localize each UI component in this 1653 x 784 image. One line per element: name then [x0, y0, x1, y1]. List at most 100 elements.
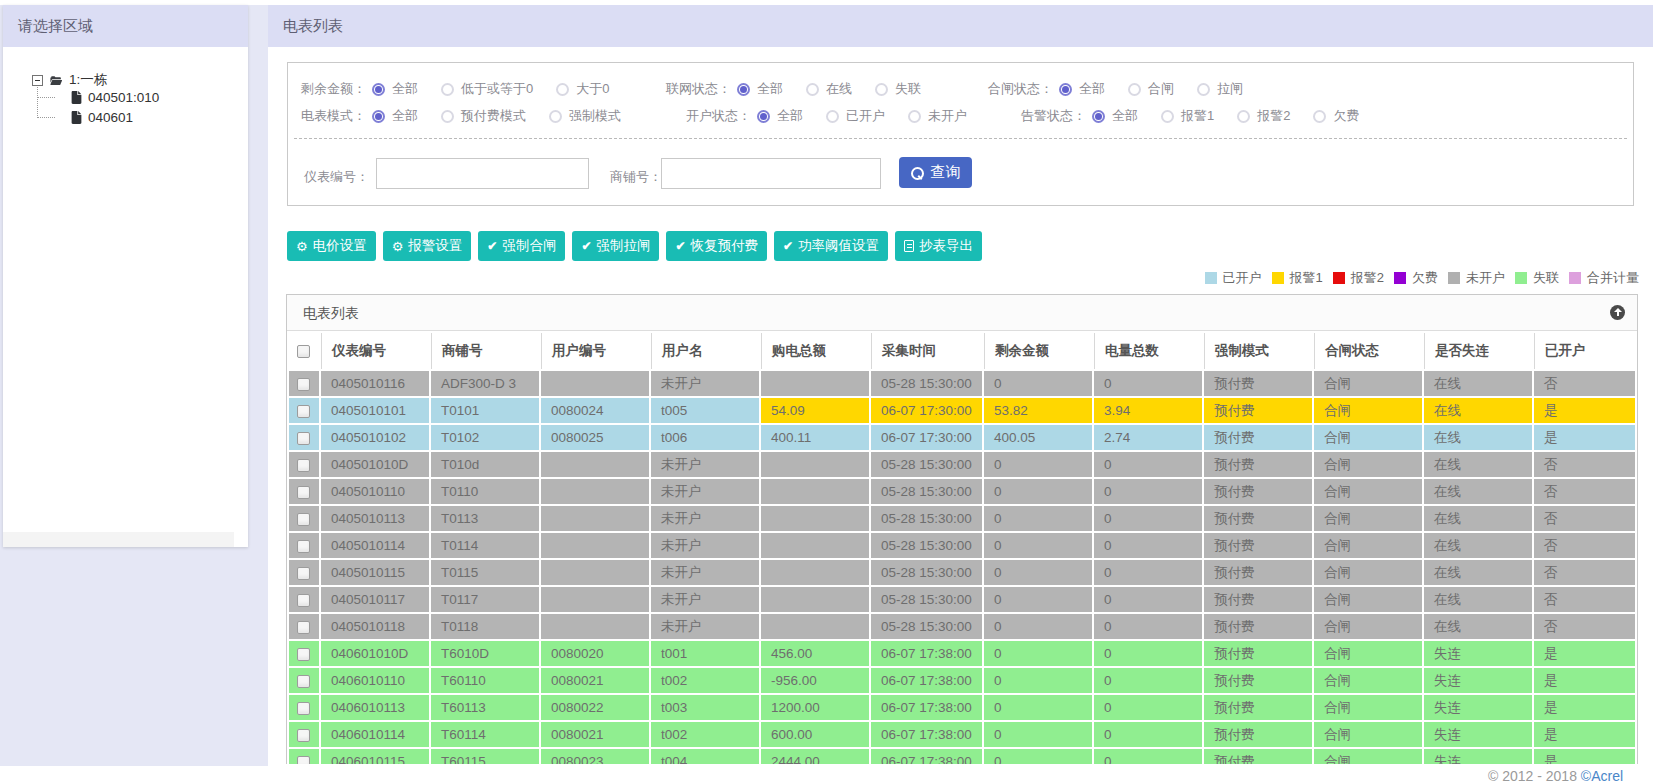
filter-label: 剩余金额：	[301, 80, 366, 98]
table-cell: 预付费	[1204, 560, 1312, 585]
column-header: 用户名	[651, 333, 759, 369]
table-cell: 0	[1094, 749, 1202, 764]
table-cell: 未开户	[651, 560, 759, 585]
table-cell: 否	[1534, 506, 1635, 531]
radio-icon[interactable]	[826, 110, 839, 123]
radio-option[interactable]: 全部	[737, 81, 783, 97]
radio-icon[interactable]	[1092, 110, 1105, 123]
row-checkbox[interactable]	[297, 540, 310, 553]
radio-icon[interactable]	[737, 83, 750, 96]
action-button[interactable]: ✔恢复预付费	[666, 231, 767, 261]
radio-option[interactable]: 未开户	[908, 108, 967, 124]
radio-option[interactable]: 失联	[875, 81, 921, 97]
legend-label: 欠费	[1412, 269, 1438, 287]
table-cell: 失连	[1424, 695, 1532, 720]
radio-option[interactable]: 全部	[372, 81, 418, 97]
radio-option[interactable]: 全部	[372, 108, 418, 124]
table-cell: 合闸	[1314, 398, 1422, 423]
radio-option[interactable]: 全部	[1092, 108, 1138, 124]
filter-group: 剩余金额： 全部 低于或等于0 大于0	[301, 80, 632, 98]
radio-icon[interactable]	[372, 83, 385, 96]
radio-icon[interactable]	[1237, 110, 1250, 123]
table-cell: 合闸	[1314, 695, 1422, 720]
radio-option[interactable]: 拉闸	[1197, 81, 1243, 97]
table-cell: 0080024	[541, 398, 649, 423]
row-checkbox[interactable]	[297, 432, 310, 445]
radio-icon[interactable]	[549, 110, 562, 123]
row-checkbox[interactable]	[297, 648, 310, 661]
table-cell: 0	[1094, 668, 1202, 693]
radio-icon[interactable]	[1161, 110, 1174, 123]
table-cell	[761, 479, 869, 504]
tree-node-child[interactable]: 040501:010	[71, 90, 159, 105]
row-checkbox[interactable]	[297, 567, 310, 580]
table-cell: 预付费	[1204, 371, 1312, 396]
radio-icon[interactable]	[806, 83, 819, 96]
vendor-link[interactable]: ©Acrel	[1581, 768, 1623, 784]
meter-no-input[interactable]	[376, 158, 589, 189]
radio-icon[interactable]	[372, 110, 385, 123]
table-cell: t002	[651, 668, 759, 693]
row-checkbox[interactable]	[297, 702, 310, 715]
table-cell: ADF300-D 3	[431, 371, 539, 396]
table-cell	[541, 614, 649, 639]
radio-option[interactable]: 欠费	[1313, 108, 1359, 124]
radio-option[interactable]: 全部	[1059, 81, 1105, 97]
select-all-checkbox[interactable]	[297, 345, 310, 358]
table-cell: 05-28 15:30:00	[871, 479, 982, 504]
shop-no-input[interactable]	[661, 158, 881, 189]
action-button[interactable]: ✔功率阈值设置	[774, 231, 888, 261]
table-cell: 失连	[1424, 641, 1532, 666]
search-button[interactable]: 查询	[899, 157, 972, 188]
table-cell: T60110	[431, 668, 539, 693]
row-checkbox[interactable]	[297, 513, 310, 526]
radio-icon[interactable]	[908, 110, 921, 123]
radio-icon[interactable]	[1059, 83, 1072, 96]
radio-option[interactable]: 低于或等于0	[441, 81, 533, 97]
radio-icon[interactable]	[875, 83, 888, 96]
action-button[interactable]: ⚙报警设置	[383, 231, 472, 261]
table-row: 040501010DT010d未开户05-28 15:30:0000预付费合闸在…	[289, 452, 1635, 477]
table-cell: t001	[651, 641, 759, 666]
row-checkbox[interactable]	[297, 486, 310, 499]
radio-icon[interactable]	[757, 110, 770, 123]
radio-icon[interactable]	[441, 110, 454, 123]
radio-option[interactable]: 在线	[806, 81, 852, 97]
table-cell: 456.00	[761, 641, 869, 666]
radio-option[interactable]: 已开户	[826, 108, 885, 124]
radio-option[interactable]: 全部	[757, 108, 803, 124]
radio-option[interactable]: 合闸	[1128, 81, 1174, 97]
row-checkbox[interactable]	[297, 459, 310, 472]
table-cell: 否	[1534, 479, 1635, 504]
radio-option[interactable]: 强制模式	[549, 108, 621, 124]
radio-option[interactable]: 报警2	[1237, 108, 1290, 124]
action-button[interactable]: 抄表导出	[895, 231, 982, 261]
radio-option[interactable]: 大于0	[556, 81, 609, 97]
radio-icon[interactable]	[441, 83, 454, 96]
table-cell: 06-07 17:38:00	[871, 722, 982, 747]
action-button[interactable]: ✔强制拉闸	[572, 231, 659, 261]
radio-icon[interactable]	[1128, 83, 1141, 96]
row-checkbox[interactable]	[297, 621, 310, 634]
collapse-up-icon[interactable]	[1610, 305, 1625, 320]
collapse-minus-icon[interactable]	[32, 75, 43, 86]
tree-node-root[interactable]: 1:一栋	[32, 71, 107, 89]
row-checkbox[interactable]	[297, 378, 310, 391]
radio-option[interactable]: 预付费模式	[441, 108, 526, 124]
row-checkbox[interactable]	[297, 756, 310, 764]
radio-icon[interactable]	[1313, 110, 1326, 123]
check-icon: ✔	[783, 240, 793, 252]
action-button[interactable]: ✔强制合闸	[478, 231, 565, 261]
tree-node-child[interactable]: 040601	[71, 110, 133, 125]
radio-icon[interactable]	[556, 83, 569, 96]
action-button[interactable]: ⚙电价设置	[287, 231, 376, 261]
radio-option[interactable]: 报警1	[1161, 108, 1214, 124]
row-checkbox[interactable]	[297, 405, 310, 418]
row-checkbox[interactable]	[297, 594, 310, 607]
filter-group: 告警状态：全部报警1报警2欠费	[1021, 107, 1382, 125]
row-checkbox[interactable]	[297, 729, 310, 742]
radio-icon[interactable]	[1197, 83, 1210, 96]
table-row: 0405010113T0113未开户05-28 15:30:0000预付费合闸在…	[289, 506, 1635, 531]
table-cell: T0118	[431, 614, 539, 639]
row-checkbox[interactable]	[297, 675, 310, 688]
